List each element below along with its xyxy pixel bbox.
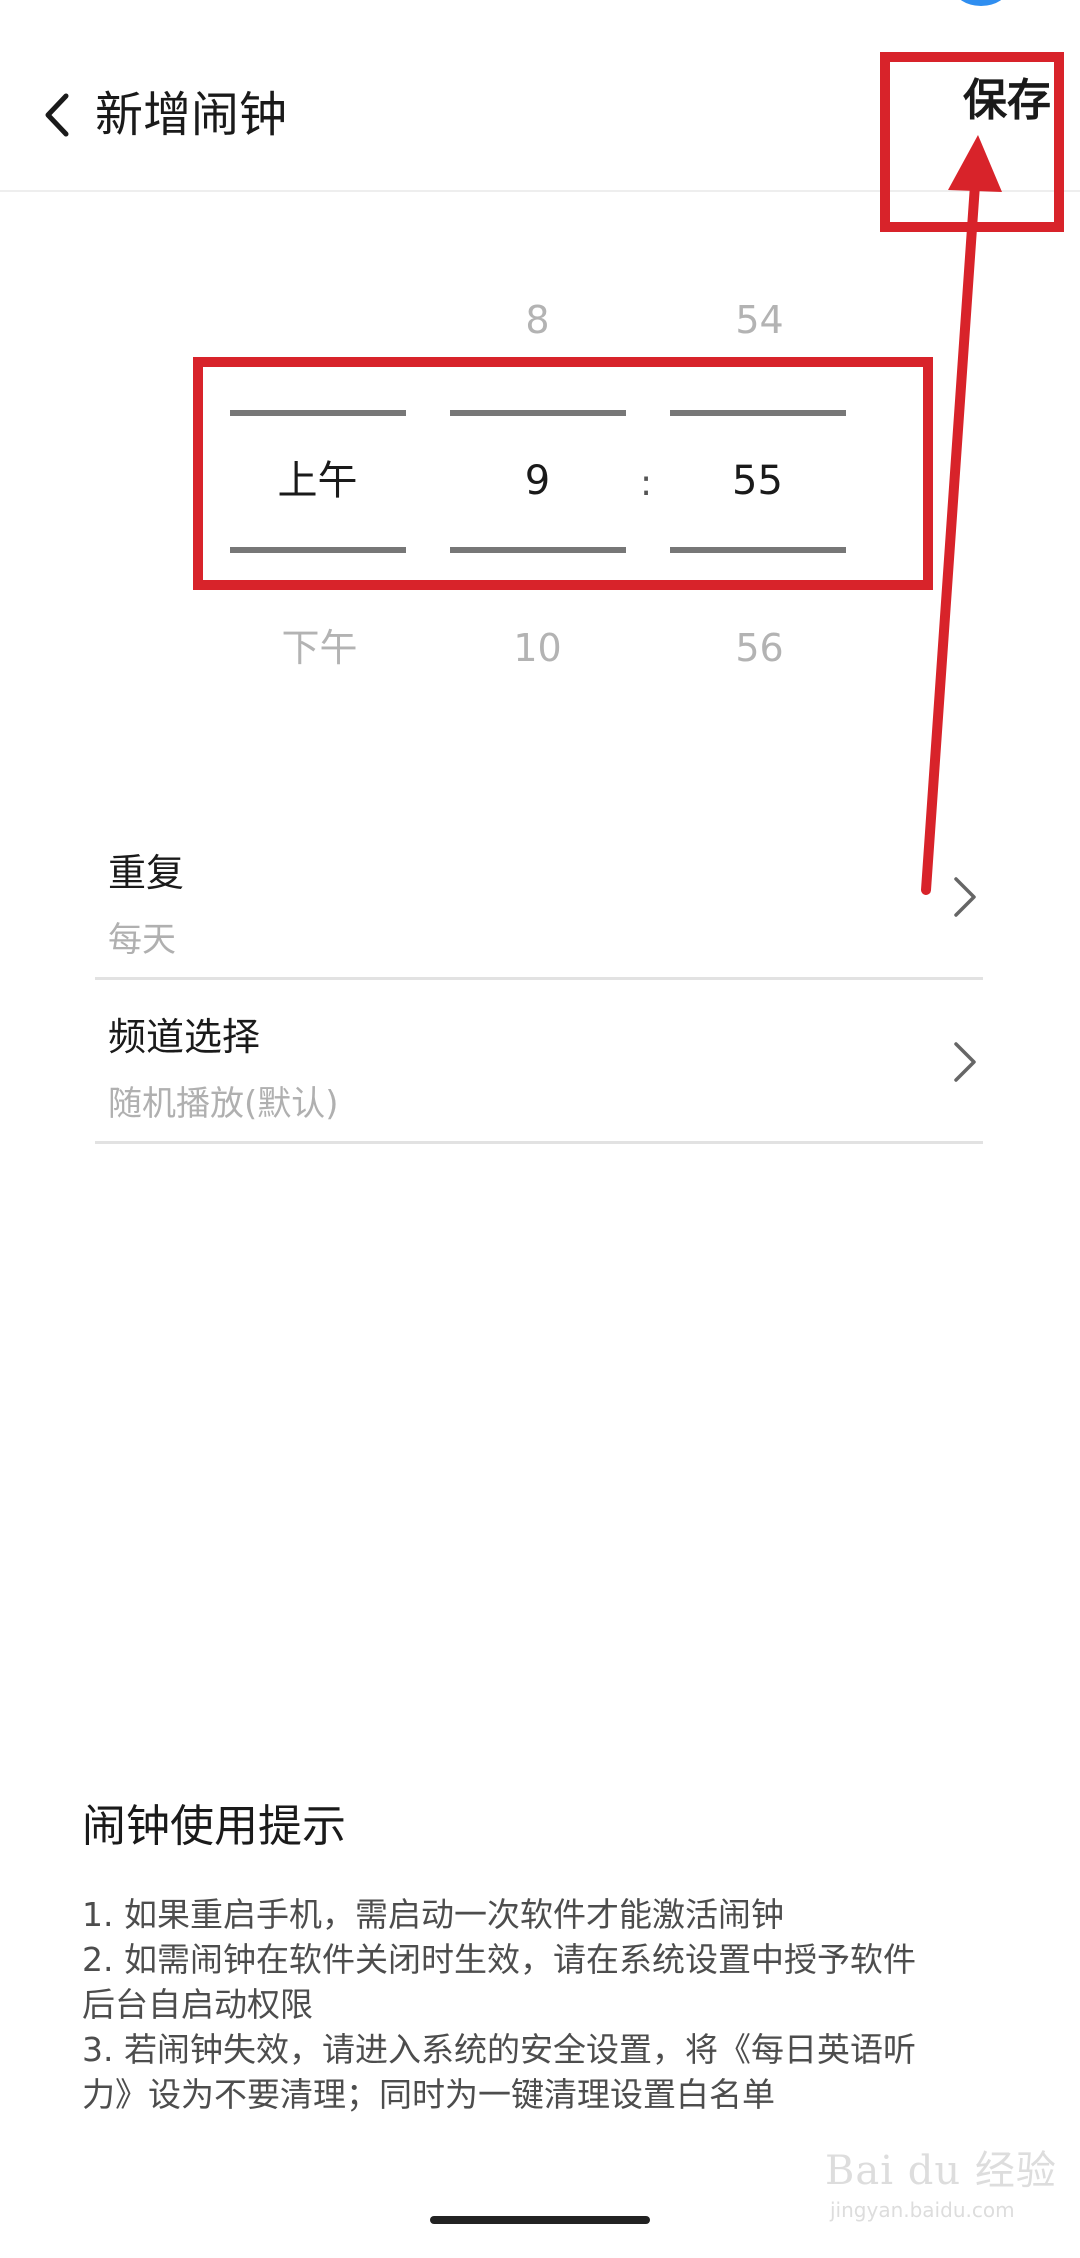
watermark-url: jingyan.baidu.com — [830, 2198, 1015, 2222]
watermark-logo: Bai du 经验 — [825, 2148, 1057, 2194]
annotation-arrow — [921, 135, 1002, 895]
